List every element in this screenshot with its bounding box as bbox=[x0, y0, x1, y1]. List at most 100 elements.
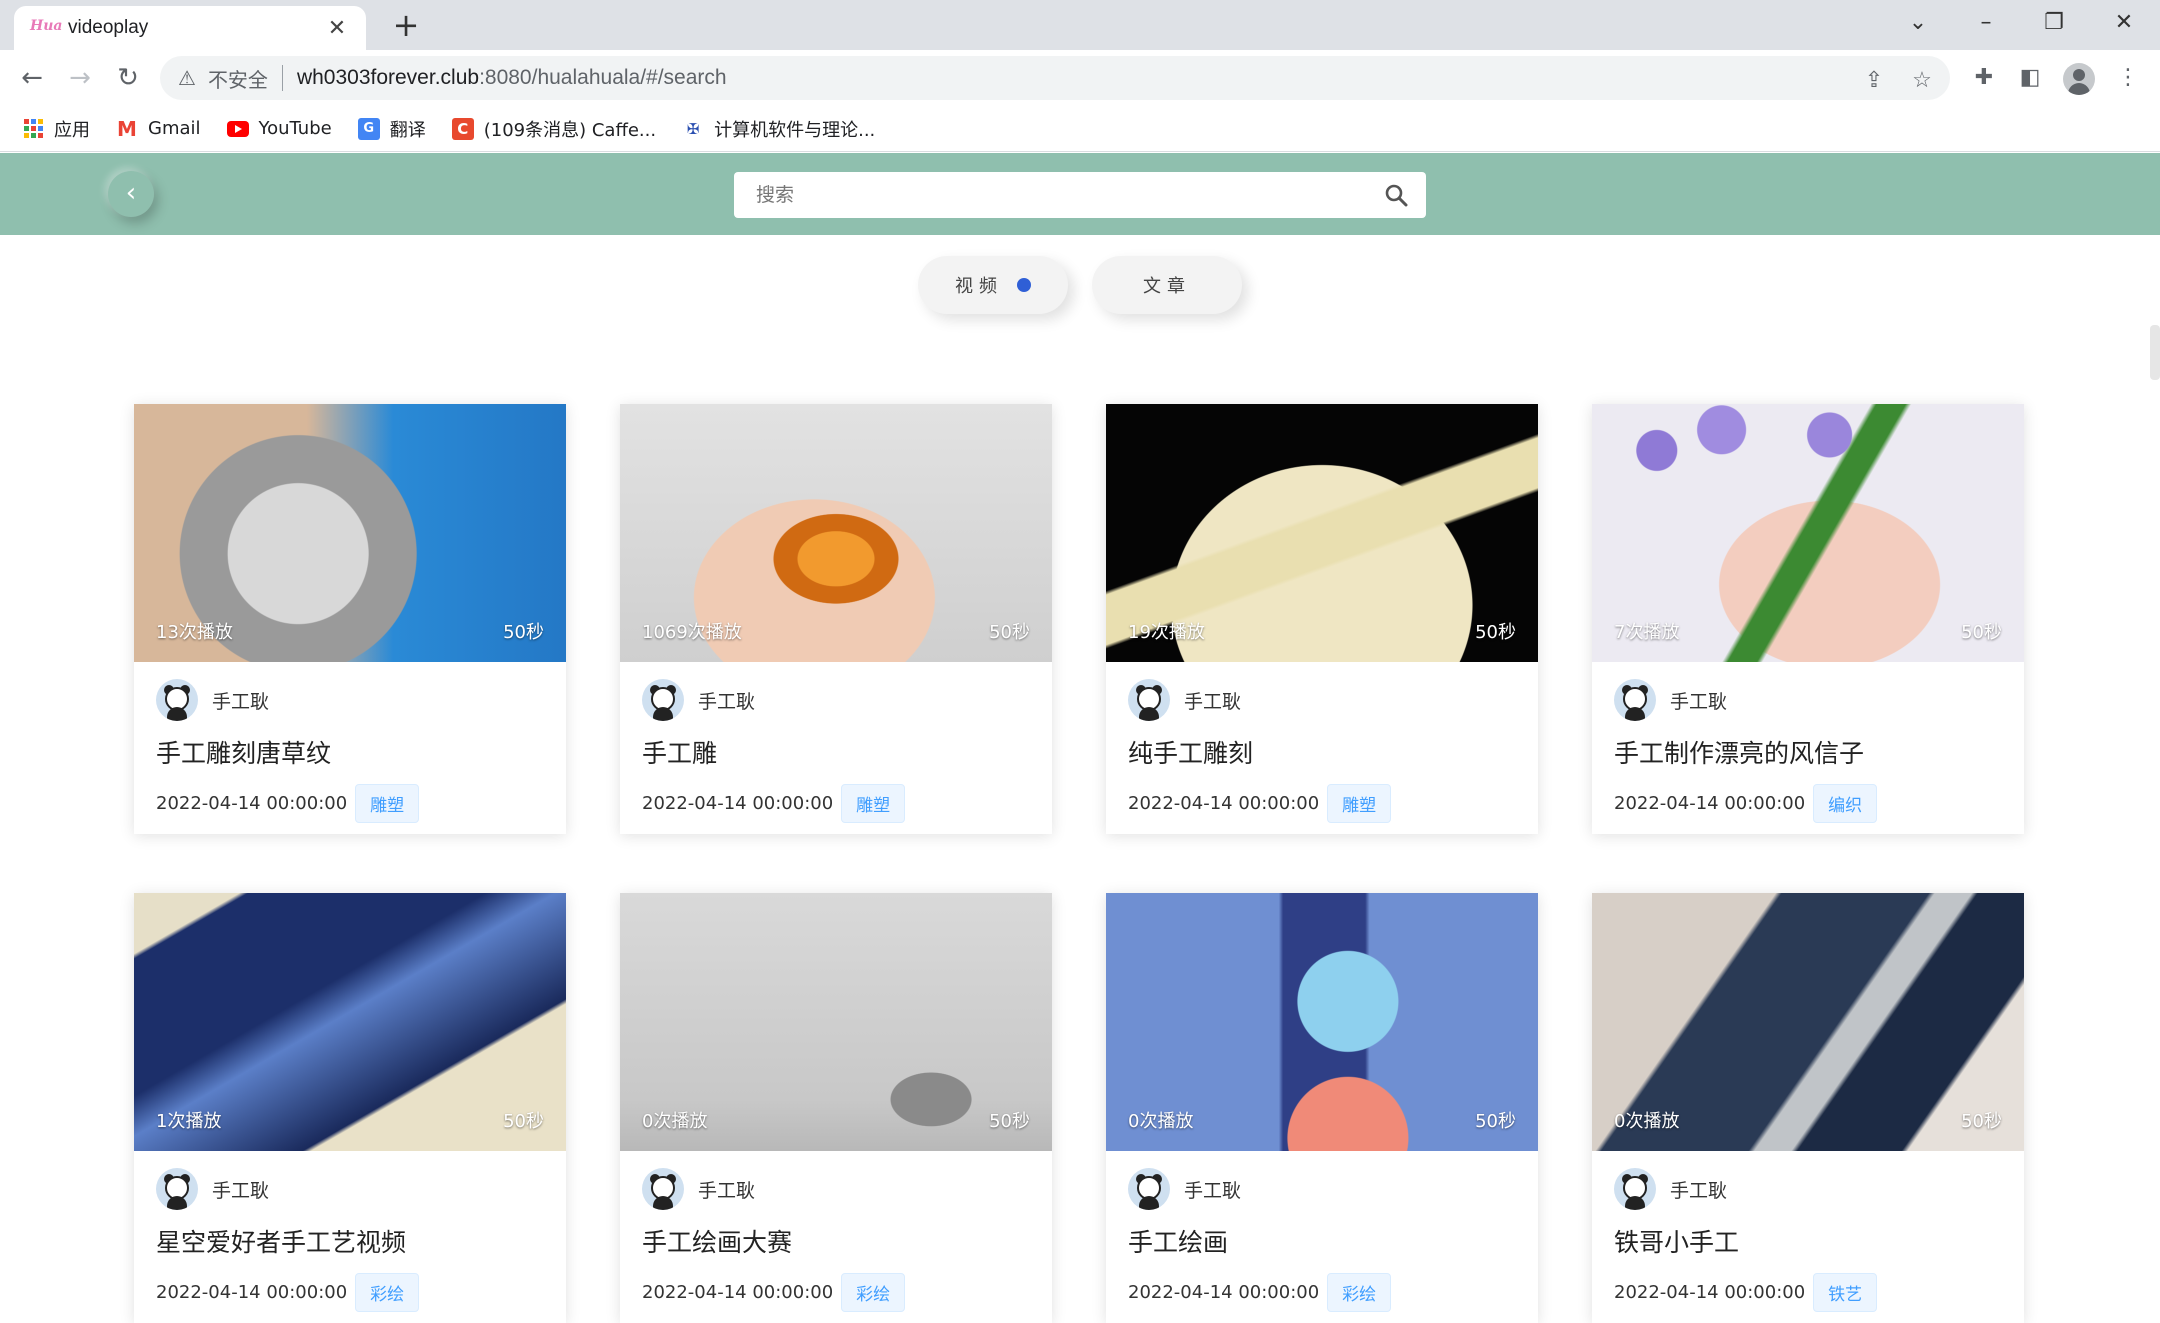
author-row[interactable]: 手工耿 bbox=[1128, 1167, 1516, 1211]
back-button[interactable]: ‹ bbox=[108, 171, 154, 217]
video-card[interactable]: 0次播放 50秒 手工耿 手工绘画 2022-04-14 00:00:00 彩绘 bbox=[1106, 893, 1538, 1323]
video-card[interactable]: 1069次播放 50秒 手工耿 手工雕 2022-04-14 00:00:00 … bbox=[620, 404, 1052, 834]
video-card[interactable]: 0次播放 50秒 手工耿 铁哥小手工 2022-04-14 00:00:00 铁… bbox=[1592, 893, 2024, 1323]
video-title[interactable]: 手工雕刻唐草纹 bbox=[156, 734, 544, 770]
view-count: 19次播放 bbox=[1128, 622, 1205, 643]
author-avatar[interactable] bbox=[1128, 1168, 1170, 1210]
site-icon: ✠ bbox=[686, 119, 700, 138]
author-name[interactable]: 手工耿 bbox=[212, 687, 269, 714]
author-name[interactable]: 手工耿 bbox=[1184, 687, 1241, 714]
author-row[interactable]: 手工耿 bbox=[1128, 678, 1516, 722]
reload-icon[interactable]: ↻ bbox=[110, 60, 146, 96]
video-title[interactable]: 星空爱好者手工艺视频 bbox=[156, 1223, 544, 1259]
author-name[interactable]: 手工耿 bbox=[1184, 1176, 1241, 1203]
bookmark-label: 计算机软件与理论... bbox=[714, 119, 876, 141]
video-card[interactable]: 13次播放 50秒 手工耿 手工雕刻唐草纹 2022-04-14 00:00:0… bbox=[134, 404, 566, 834]
author-avatar[interactable] bbox=[642, 1168, 684, 1210]
author-avatar[interactable] bbox=[156, 1168, 198, 1210]
video-thumbnail[interactable]: 1次播放 50秒 bbox=[134, 893, 566, 1151]
bookmark-translate[interactable]: G 翻译 bbox=[357, 116, 426, 142]
category-tag[interactable]: 编织 bbox=[1813, 784, 1878, 823]
extensions-puzzle-icon[interactable]: ✚ bbox=[1966, 60, 2002, 96]
video-thumbnail[interactable]: 1069次播放 50秒 bbox=[620, 404, 1052, 662]
tab-article[interactable]: 文章 bbox=[1092, 256, 1242, 314]
bookmark-apps[interactable]: 应用 bbox=[22, 116, 90, 142]
video-thumbnail[interactable]: 19次播放 50秒 bbox=[1106, 404, 1538, 662]
profile-avatar-icon[interactable] bbox=[2063, 63, 2095, 95]
address-bar[interactable]: ⚠ 不安全 wh0303forever.club :8080/hualahual… bbox=[160, 56, 1950, 100]
insecure-label: 不安全 bbox=[207, 67, 268, 92]
tab-search-chevron-icon[interactable]: ⌄ bbox=[1884, 0, 1952, 44]
search-icon[interactable] bbox=[1366, 183, 1426, 207]
author-avatar[interactable] bbox=[1128, 679, 1170, 721]
category-tag[interactable]: 雕塑 bbox=[841, 784, 906, 823]
video-thumbnail[interactable]: 0次播放 50秒 bbox=[1106, 893, 1538, 1151]
video-title[interactable]: 手工绘画大赛 bbox=[642, 1223, 1030, 1259]
new-tab-button[interactable]: + bbox=[388, 8, 424, 44]
video-card[interactable]: 19次播放 50秒 手工耿 纯手工雕刻 2022-04-14 00:00:00 … bbox=[1106, 404, 1538, 834]
category-tag[interactable]: 雕塑 bbox=[1327, 784, 1392, 823]
share-icon[interactable]: ⇪ bbox=[1860, 66, 1888, 94]
video-card[interactable]: 0次播放 50秒 手工耿 手工绘画大赛 2022-04-14 00:00:00 … bbox=[620, 893, 1052, 1323]
video-title[interactable]: 铁哥小手工 bbox=[1614, 1223, 2002, 1259]
url-path: :8080/hualahuala/#/search bbox=[479, 66, 727, 89]
author-name[interactable]: 手工耿 bbox=[212, 1176, 269, 1203]
category-tag[interactable]: 彩绘 bbox=[355, 1273, 420, 1312]
bookmark-youtube[interactable]: YouTube bbox=[226, 118, 332, 140]
bookmark-csdn[interactable]: C (109条消息) Caffe... bbox=[451, 116, 656, 142]
bookmark-label: 翻译 bbox=[389, 119, 426, 141]
video-thumbnail[interactable]: 7次播放 50秒 bbox=[1592, 404, 2024, 662]
browser-tab[interactable]: Hua videoplay ✕ bbox=[14, 6, 366, 50]
tab-title: videoplay bbox=[68, 17, 149, 38]
publish-date: 2022-04-14 00:00:00 bbox=[1128, 793, 1320, 814]
category-tag[interactable]: 雕塑 bbox=[355, 784, 420, 823]
page-scrollbar[interactable] bbox=[2150, 325, 2160, 380]
author-avatar[interactable] bbox=[156, 679, 198, 721]
video-title[interactable]: 手工雕 bbox=[642, 734, 1030, 770]
author-name[interactable]: 手工耿 bbox=[698, 687, 755, 714]
minimize-button[interactable]: – bbox=[1952, 0, 2020, 44]
tab-close-icon[interactable]: ✕ bbox=[324, 16, 350, 41]
author-row[interactable]: 手工耿 bbox=[642, 1167, 1030, 1211]
video-title[interactable]: 手工制作漂亮的风信子 bbox=[1614, 734, 2002, 770]
video-thumbnail[interactable]: 0次播放 50秒 bbox=[620, 893, 1052, 1151]
video-thumbnail[interactable]: 0次播放 50秒 bbox=[1592, 893, 2024, 1151]
author-avatar[interactable] bbox=[1614, 679, 1656, 721]
window-close-button[interactable]: ✕ bbox=[2090, 0, 2158, 44]
author-row[interactable]: 手工耿 bbox=[642, 678, 1030, 722]
view-count: 13次播放 bbox=[156, 622, 233, 643]
search-input[interactable] bbox=[756, 184, 1366, 206]
bookmark-site[interactable]: ✠ 计算机软件与理论... bbox=[682, 116, 875, 142]
video-thumbnail[interactable]: 13次播放 50秒 bbox=[134, 404, 566, 662]
video-card[interactable]: 1次播放 50秒 手工耿 星空爱好者手工艺视频 2022-04-14 00:00… bbox=[134, 893, 566, 1323]
author-row[interactable]: 手工耿 bbox=[1614, 1167, 2002, 1211]
gmail-icon: M bbox=[117, 116, 137, 141]
video-title[interactable]: 手工绘画 bbox=[1128, 1223, 1516, 1259]
bookmark-star-icon[interactable]: ☆ bbox=[1908, 66, 1936, 94]
back-arrow-icon[interactable]: ← bbox=[14, 60, 50, 96]
side-panel-icon[interactable]: ◧ bbox=[2012, 60, 2048, 96]
author-row[interactable]: 手工耿 bbox=[156, 1167, 544, 1211]
author-name[interactable]: 手工耿 bbox=[1670, 1176, 1727, 1203]
view-count: 7次播放 bbox=[1614, 622, 1680, 643]
view-count: 1次播放 bbox=[156, 1111, 222, 1132]
author-avatar[interactable] bbox=[642, 679, 684, 721]
video-card[interactable]: 7次播放 50秒 手工耿 手工制作漂亮的风信子 2022-04-14 00:00… bbox=[1592, 404, 2024, 834]
forward-arrow-icon[interactable]: → bbox=[62, 60, 98, 96]
menu-kebab-icon[interactable]: ⋮ bbox=[2110, 60, 2146, 96]
author-avatar[interactable] bbox=[1614, 1168, 1656, 1210]
category-tag[interactable]: 彩绘 bbox=[1327, 1273, 1392, 1312]
video-title[interactable]: 纯手工雕刻 bbox=[1128, 734, 1516, 770]
restore-button[interactable]: ❐ bbox=[2020, 0, 2088, 44]
csdn-icon: C bbox=[451, 117, 474, 140]
tab-video[interactable]: 视频 bbox=[918, 256, 1068, 314]
author-row[interactable]: 手工耿 bbox=[156, 678, 544, 722]
bookmark-label: 应用 bbox=[54, 119, 90, 141]
tab-article-label: 文章 bbox=[1143, 276, 1191, 297]
category-tag[interactable]: 彩绘 bbox=[841, 1273, 906, 1312]
bookmark-gmail[interactable]: M Gmail bbox=[116, 116, 200, 141]
author-name[interactable]: 手工耿 bbox=[698, 1176, 755, 1203]
category-tag[interactable]: 铁艺 bbox=[1813, 1273, 1878, 1312]
author-row[interactable]: 手工耿 bbox=[1614, 678, 2002, 722]
author-name[interactable]: 手工耿 bbox=[1670, 687, 1727, 714]
